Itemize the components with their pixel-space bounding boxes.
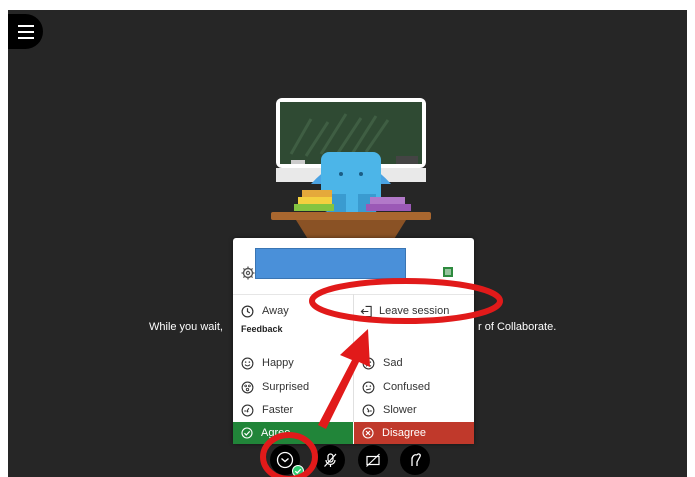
feedback-faster[interactable]: Faster [241,402,293,418]
feedback-slower-label: Slower [383,404,417,416]
disagree-button[interactable]: Disagree [354,422,474,444]
menu-divider [353,294,354,422]
clock-icon [241,305,254,317]
faster-icon [241,404,254,416]
session-controls-bar [8,445,687,477]
menu-icon [17,23,34,41]
waiting-message-right: r of Collaborate. [478,321,557,333]
away-label: Away [262,305,289,317]
list-icon[interactable] [443,267,453,277]
confused-icon [362,381,375,393]
session-stage: While you wait, r of Collaborate. Away L… [8,10,687,477]
raise-hand-icon [411,453,421,466]
feedback-happy[interactable]: Happy [241,355,294,371]
feedback-heading: Feedback [241,324,283,334]
surprised-icon [241,381,254,393]
leave-session-label: Leave session [379,305,450,317]
raise-hand-button[interactable] [400,445,430,475]
leave-icon [360,305,372,317]
status-check-icon [292,465,304,477]
open-menu-button[interactable] [8,14,43,49]
status-menu-header [233,238,474,295]
waiting-classroom-illustration [271,98,431,244]
camera-off-icon [366,453,380,467]
sad-icon [362,357,375,369]
feedback-slower[interactable]: Slower [362,402,417,418]
away-option[interactable]: Away [241,303,289,319]
feedback-surprised-label: Surprised [262,381,310,393]
disagree-label: Disagree [382,427,427,439]
settings-icon[interactable] [241,266,255,280]
user-name-redacted [255,248,406,279]
happy-icon [241,357,254,369]
leave-session-button[interactable]: Leave session [355,302,472,320]
agree-icon [241,427,253,439]
agree-label: Agree [261,427,291,439]
slower-icon [362,404,375,416]
agree-button[interactable]: Agree [233,422,353,444]
feedback-faster-label: Faster [262,404,294,416]
microphone-button[interactable] [315,445,345,475]
waiting-message-left: While you wait, [149,321,223,333]
feedback-happy-label: Happy [262,357,294,369]
feedback-confused[interactable]: Confused [362,379,430,395]
feedback-confused-label: Confused [383,381,431,393]
mic-off-icon [324,453,337,467]
feedback-surprised[interactable]: Surprised [241,379,309,395]
feedback-sad-label: Sad [383,357,403,369]
status-menu: Away Leave session Feedback Happy Surpri… [233,238,474,444]
disagree-icon [362,427,374,439]
feedback-sad[interactable]: Sad [362,355,403,371]
camera-button[interactable] [358,445,388,475]
